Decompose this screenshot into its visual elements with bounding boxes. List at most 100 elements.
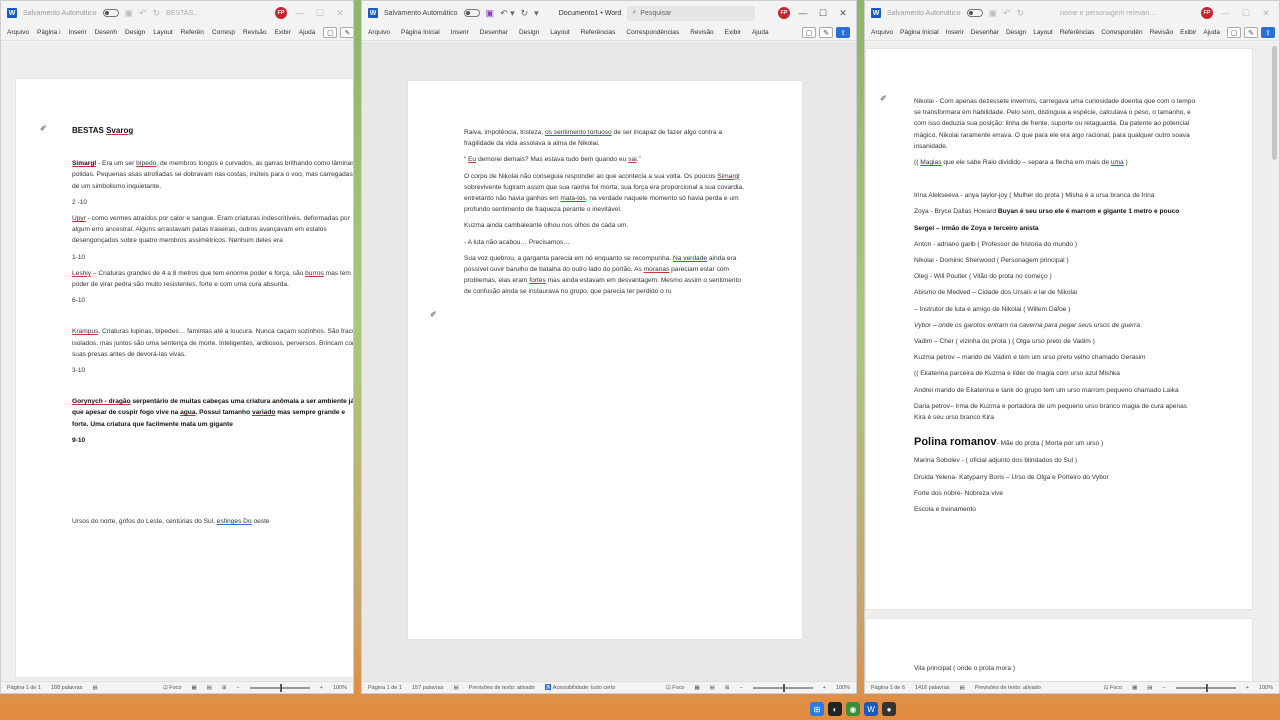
undo-icon[interactable]: ↶ ▾ bbox=[500, 8, 515, 19]
undo-icon[interactable]: ↶ bbox=[1003, 8, 1011, 19]
editing-pen-icon[interactable]: ✎ bbox=[340, 27, 353, 38]
page-count[interactable]: Página 1 de 1 bbox=[7, 685, 41, 691]
app-icon[interactable]: ● bbox=[882, 702, 896, 716]
tab-inserir[interactable]: Inserir bbox=[946, 29, 964, 36]
tab-design[interactable]: Design bbox=[1006, 29, 1026, 36]
zoom-slider[interactable] bbox=[752, 683, 813, 692]
search-field[interactable]: ⌕ Pesquisar bbox=[627, 5, 756, 21]
zoom-slider[interactable] bbox=[249, 683, 310, 692]
tab-design[interactable]: Design bbox=[125, 29, 145, 36]
page-count[interactable]: Página 1 de 1 bbox=[368, 685, 402, 691]
chrome-icon[interactable]: ◉ bbox=[846, 702, 860, 716]
user-avatar[interactable]: FP bbox=[1201, 7, 1213, 19]
tab-desenhar[interactable]: Desenhar bbox=[480, 29, 508, 36]
read-mode-icon[interactable]: ▦ bbox=[1132, 685, 1137, 691]
tab-referencias[interactable]: Referên bbox=[181, 29, 204, 36]
read-mode-icon[interactable]: ▦ bbox=[694, 685, 699, 691]
zoom-level[interactable]: 100% bbox=[333, 685, 347, 691]
accessibility-status[interactable]: ♿ Acessibilidade: tudo certo bbox=[545, 685, 616, 691]
word-taskbar-icon[interactable]: W bbox=[864, 702, 878, 716]
text-predictions[interactable]: Previsões de texto: ativado bbox=[975, 685, 1041, 691]
zoom-out-button[interactable]: − bbox=[739, 685, 742, 691]
word-count[interactable]: 188 palavras bbox=[51, 685, 83, 691]
zoom-in-button[interactable]: + bbox=[1246, 685, 1249, 691]
focus-mode[interactable]: ⊡ Foco bbox=[163, 685, 181, 691]
windows-icon[interactable]: ⊞ bbox=[810, 702, 824, 716]
comments-icon[interactable]: ▢ bbox=[802, 27, 816, 38]
comments-icon[interactable]: ▢ bbox=[1227, 27, 1241, 38]
page-count[interactable]: Página 1 de 6 bbox=[871, 685, 905, 691]
tab-pagina-inicial[interactable]: Página i bbox=[37, 29, 61, 36]
user-avatar[interactable]: FP bbox=[275, 7, 287, 19]
tab-exibir[interactable]: Exibir bbox=[1180, 29, 1196, 36]
focus-mode[interactable]: ⊡ Foco bbox=[666, 685, 684, 691]
maximize-button[interactable]: ☐ bbox=[1239, 8, 1253, 19]
minimize-button[interactable]: — bbox=[796, 8, 810, 18]
close-button[interactable]: ✕ bbox=[1259, 8, 1273, 19]
tab-pagina-inicial[interactable]: Página Inicial bbox=[900, 29, 939, 36]
vertical-scrollbar[interactable] bbox=[1272, 46, 1277, 160]
zoom-out-button[interactable]: − bbox=[236, 685, 239, 691]
document-page[interactable]: ✐ Raiva, impotência, tristeza, os sentim… bbox=[407, 80, 803, 640]
minimize-button[interactable]: — bbox=[1219, 8, 1233, 18]
close-button[interactable]: ✕ bbox=[333, 8, 347, 19]
document-page[interactable]: ✐ BESTAS Svarog Simargl - Era um ser bíp… bbox=[15, 78, 353, 678]
tab-inserir[interactable]: Inserir bbox=[69, 29, 87, 36]
tab-correspondencias[interactable]: Correspondências bbox=[626, 29, 679, 36]
redo-icon[interactable]: ↻ bbox=[1017, 8, 1025, 19]
proofing-icon[interactable]: ▤ bbox=[960, 685, 965, 691]
tab-revisao[interactable]: Revisão bbox=[1150, 29, 1173, 36]
save-icon[interactable]: ▣ bbox=[989, 8, 998, 19]
tab-layout[interactable]: Layout bbox=[153, 29, 173, 36]
tab-desenhar[interactable]: Desenh bbox=[95, 29, 117, 36]
document-page-2[interactable]: Vila principal ( onde o prota mora ) bbox=[865, 618, 1253, 681]
share-icon[interactable]: ⇪ bbox=[836, 27, 850, 38]
zoom-in-button[interactable]: + bbox=[320, 685, 323, 691]
autosave-toggle[interactable] bbox=[463, 9, 480, 17]
maximize-button[interactable]: ☐ bbox=[816, 8, 830, 19]
autosave-toggle[interactable] bbox=[966, 9, 983, 17]
tab-layout[interactable]: Layout bbox=[1033, 29, 1053, 36]
print-layout-icon[interactable]: ▤ bbox=[710, 685, 715, 691]
tab-exibir[interactable]: Exibir bbox=[725, 29, 741, 36]
web-layout-icon[interactable]: ⊞ bbox=[725, 685, 730, 691]
maximize-button[interactable]: ☐ bbox=[313, 8, 327, 19]
tab-arquivo[interactable]: Arquivo bbox=[7, 29, 29, 36]
proofing-icon[interactable]: ▤ bbox=[453, 685, 458, 691]
tab-arquivo[interactable]: Arquivo bbox=[368, 29, 390, 36]
tab-layout[interactable]: Layout bbox=[550, 29, 570, 36]
print-layout-icon[interactable]: ▤ bbox=[207, 685, 212, 691]
zoom-out-button[interactable]: − bbox=[1162, 685, 1165, 691]
editing-pen-icon[interactable]: ✎ bbox=[819, 27, 833, 38]
zoom-level[interactable]: 100% bbox=[836, 685, 850, 691]
tab-arquivo[interactable]: Arquivo bbox=[871, 29, 893, 36]
tab-exibir[interactable]: Exibir bbox=[275, 29, 291, 36]
proofing-icon[interactable]: ▤ bbox=[92, 685, 97, 691]
tab-revisao[interactable]: Revisão bbox=[243, 29, 266, 36]
search-icon[interactable]: ◐ bbox=[828, 702, 842, 716]
autosave-toggle[interactable] bbox=[102, 9, 119, 17]
save-icon[interactable]: ▣ bbox=[125, 8, 134, 19]
word-count[interactable]: 1416 palavras bbox=[915, 685, 950, 691]
comments-icon[interactable]: ▢ bbox=[323, 27, 338, 38]
customize-quick-access-icon[interactable]: ▾ bbox=[534, 8, 539, 19]
tab-ajuda[interactable]: Ajuda bbox=[1203, 29, 1220, 36]
tab-referencias[interactable]: Referências bbox=[581, 29, 616, 36]
redo-icon[interactable]: ↻ bbox=[153, 8, 161, 19]
close-button[interactable]: ✕ bbox=[836, 8, 850, 19]
tab-pagina-inicial[interactable]: Página Inicial bbox=[401, 29, 440, 36]
zoom-in-button[interactable]: + bbox=[823, 685, 826, 691]
redo-icon[interactable]: ↻ bbox=[521, 8, 529, 19]
undo-icon[interactable]: ↶ bbox=[139, 8, 147, 19]
read-mode-icon[interactable]: ▦ bbox=[191, 685, 196, 691]
focus-mode[interactable]: ⊡ Foco bbox=[1104, 685, 1122, 691]
web-layout-icon[interactable]: ⊞ bbox=[222, 685, 227, 691]
tab-referencias[interactable]: Referências bbox=[1060, 29, 1095, 36]
share-icon[interactable]: ⇪ bbox=[1261, 27, 1275, 38]
tab-correspondencias[interactable]: Corresp bbox=[212, 29, 235, 36]
word-count[interactable]: 157 palavras bbox=[412, 685, 444, 691]
tab-revisao[interactable]: Revisão bbox=[690, 29, 713, 36]
zoom-level[interactable]: 100% bbox=[1259, 685, 1273, 691]
print-layout-icon[interactable]: ▤ bbox=[1147, 685, 1152, 691]
tab-ajuda[interactable]: Ajuda bbox=[299, 29, 316, 36]
